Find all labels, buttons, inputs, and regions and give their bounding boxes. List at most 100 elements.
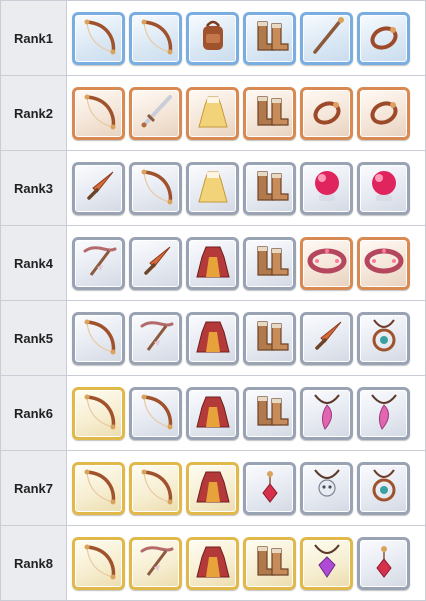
equipment-slot[interactable]	[243, 536, 296, 590]
backpack-icon	[191, 14, 235, 63]
rank-label: Rank7	[0, 450, 67, 526]
equipment-slot[interactable]	[357, 311, 410, 365]
rank-row: Rank7	[0, 450, 426, 526]
dress-icon	[191, 89, 235, 138]
equipment-item-list	[72, 161, 425, 215]
robe-icon	[191, 314, 235, 363]
equipment-slot[interactable]	[357, 236, 410, 290]
rank-row: Rank6	[0, 375, 426, 451]
equipment-slot[interactable]	[300, 11, 353, 65]
boots-icon	[248, 239, 292, 288]
equipment-slot[interactable]	[243, 311, 296, 365]
equipment-slot[interactable]	[129, 11, 182, 65]
equipment-slot[interactable]	[129, 386, 182, 440]
equipment-slot[interactable]	[72, 11, 125, 65]
equipment-slot[interactable]	[243, 386, 296, 440]
equipment-slot[interactable]	[300, 311, 353, 365]
equipment-slot[interactable]	[129, 161, 182, 215]
equipment-slot[interactable]	[186, 86, 239, 140]
equipment-slot[interactable]	[300, 86, 353, 140]
equipment-slot[interactable]	[186, 311, 239, 365]
equipment-slot[interactable]	[186, 161, 239, 215]
equipment-slot[interactable]	[72, 536, 125, 590]
rank-label: Rank1	[0, 0, 67, 76]
equipment-slot[interactable]	[129, 311, 182, 365]
rank-row: Rank8	[0, 525, 426, 601]
equipment-slot[interactable]	[129, 536, 182, 590]
equipment-slot[interactable]	[357, 11, 410, 65]
equipment-items	[66, 75, 426, 151]
equipment-slot[interactable]	[243, 11, 296, 65]
feather-necklace-icon	[305, 389, 349, 438]
dagger-icon	[305, 314, 349, 363]
rank-row: Rank5	[0, 300, 426, 376]
boots-icon	[248, 89, 292, 138]
robe-icon	[191, 464, 235, 513]
equipment-slot[interactable]	[300, 461, 353, 515]
ring-icon	[362, 14, 406, 63]
equipment-slot[interactable]	[243, 86, 296, 140]
equipment-slot[interactable]	[300, 161, 353, 215]
crossbow-icon	[134, 539, 178, 588]
equipment-slot[interactable]	[186, 11, 239, 65]
robe-icon	[191, 389, 235, 438]
bow-icon	[134, 464, 178, 513]
crossbow-icon	[134, 314, 178, 363]
equipment-item-list	[72, 311, 425, 365]
equipment-items	[66, 150, 426, 226]
bracelet-icon	[362, 239, 406, 288]
orb-icon	[305, 164, 349, 213]
equipment-slot[interactable]	[72, 86, 125, 140]
equipment-items	[66, 375, 426, 451]
equipment-items	[66, 300, 426, 376]
equipment-slot[interactable]	[186, 461, 239, 515]
equipment-slot[interactable]	[357, 386, 410, 440]
equipment-table: Rank1 Rank2 Rank3 Rank4 Rank5 Rank6 Rank7 Rank8	[0, 0, 426, 601]
equipment-slot[interactable]	[300, 536, 353, 590]
equipment-items	[66, 525, 426, 601]
orb-icon	[362, 164, 406, 213]
rank-label: Rank6	[0, 375, 67, 451]
equipment-slot[interactable]	[357, 536, 410, 590]
equipment-slot[interactable]	[129, 86, 182, 140]
boots-icon	[248, 14, 292, 63]
equipment-slot[interactable]	[72, 161, 125, 215]
equipment-slot[interactable]	[300, 386, 353, 440]
equipment-item-list	[72, 11, 425, 65]
boots-icon	[248, 164, 292, 213]
equipment-slot[interactable]	[186, 536, 239, 590]
equipment-slot[interactable]	[243, 461, 296, 515]
equipment-slot[interactable]	[72, 461, 125, 515]
equipment-slot[interactable]	[186, 236, 239, 290]
feather-necklace-icon	[362, 389, 406, 438]
equipment-slot[interactable]	[72, 386, 125, 440]
robe-icon	[191, 539, 235, 588]
skull-pendant-icon	[305, 464, 349, 513]
equipment-slot[interactable]	[357, 461, 410, 515]
bow-icon	[77, 389, 121, 438]
equipment-slot[interactable]	[243, 236, 296, 290]
ring-icon	[305, 89, 349, 138]
equipment-slot[interactable]	[357, 161, 410, 215]
rank-label: Rank3	[0, 150, 67, 226]
rank-label: Rank8	[0, 525, 67, 601]
equipment-items	[66, 450, 426, 526]
bracelet-icon	[305, 239, 349, 288]
equipment-slot[interactable]	[72, 236, 125, 290]
rank-row: Rank4	[0, 225, 426, 301]
equipment-slot[interactable]	[186, 386, 239, 440]
equipment-slot[interactable]	[300, 236, 353, 290]
bow-icon	[134, 14, 178, 63]
bow-icon	[134, 389, 178, 438]
bow-icon	[77, 14, 121, 63]
earring-icon	[248, 464, 292, 513]
equipment-slot[interactable]	[243, 161, 296, 215]
equipment-slot[interactable]	[72, 311, 125, 365]
robe-icon	[191, 239, 235, 288]
equipment-slot[interactable]	[357, 86, 410, 140]
rank-label: Rank2	[0, 75, 67, 151]
bow-icon	[134, 164, 178, 213]
equipment-slot[interactable]	[129, 236, 182, 290]
equipment-slot[interactable]	[129, 461, 182, 515]
amulet-icon	[362, 464, 406, 513]
